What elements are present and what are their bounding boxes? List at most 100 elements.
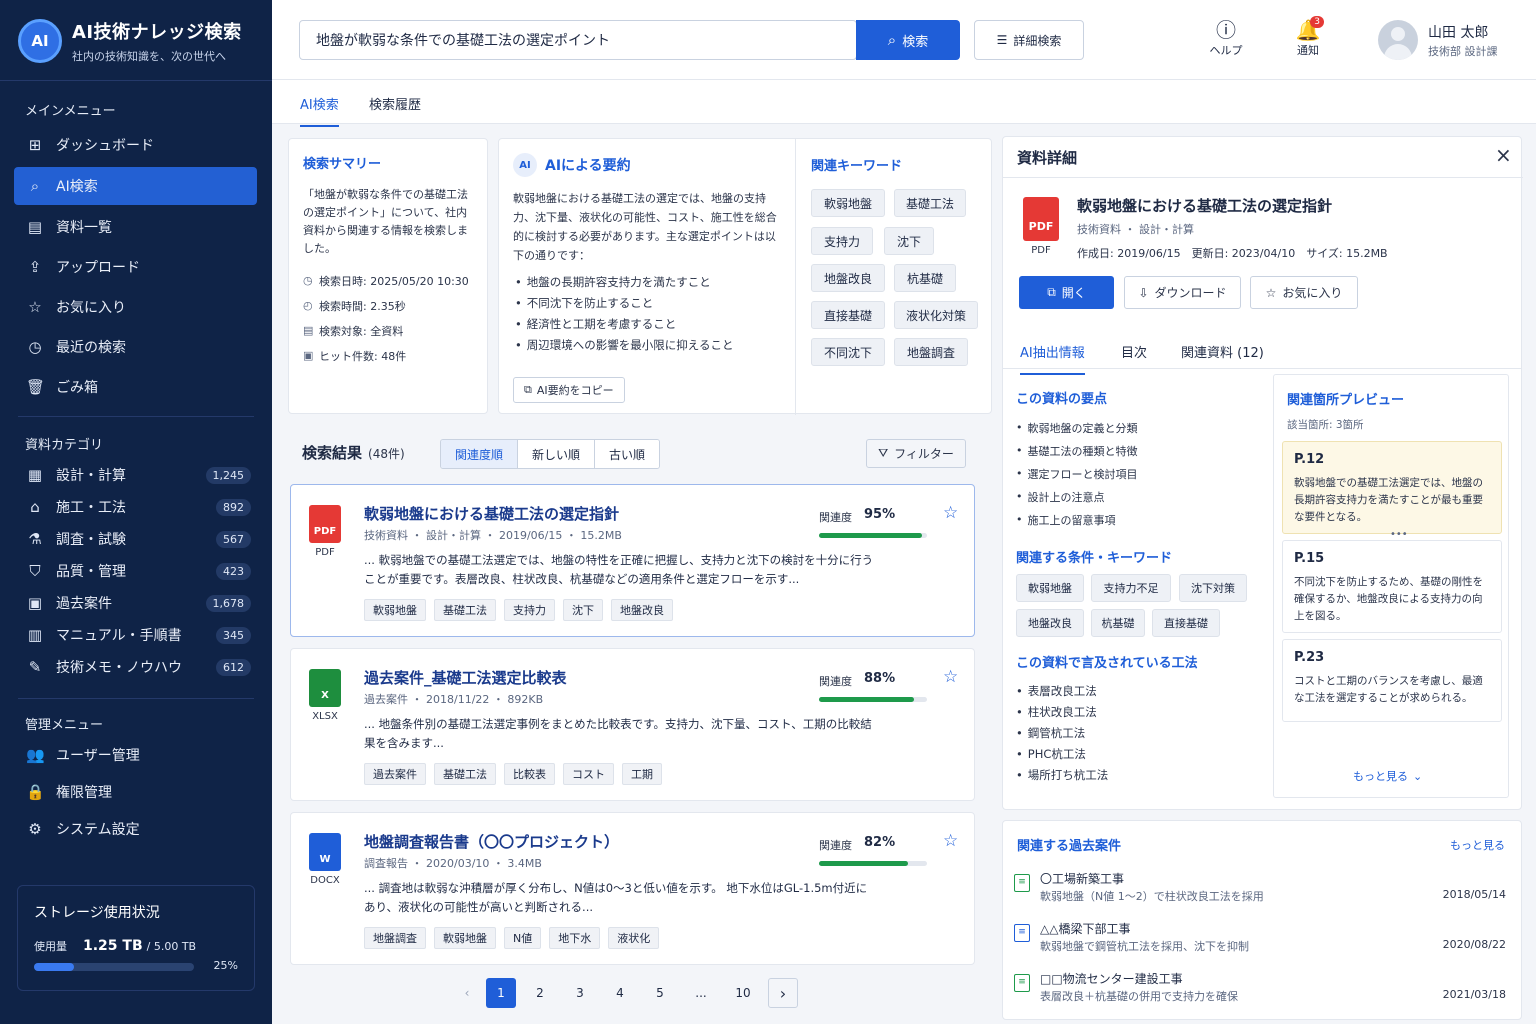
sidebar-item-users[interactable]: 👥 ユーザー管理 bbox=[14, 736, 257, 774]
keyword-chip[interactable]: 基礎工法 bbox=[894, 189, 966, 217]
condition-chip[interactable]: 杭基礎 bbox=[1091, 609, 1145, 637]
result-title[interactable]: 過去案件_基礎工法選定比較表 bbox=[364, 667, 567, 688]
result-tag[interactable]: 基礎工法 bbox=[434, 599, 496, 621]
keyword-chip[interactable]: 杭基礎 bbox=[894, 264, 956, 292]
case-item[interactable]: ≡ 〇工場新築工事 軟弱地盤（N値 1〜2）で柱状改良工法を採用 2018/05… bbox=[1014, 870, 1506, 910]
advanced-search-button[interactable]: ☰ 詳細検索 bbox=[974, 20, 1084, 60]
preview-card[interactable]: P.23 コストと工期のバランスを考慮し、最適な工法を選定することが求められる。 bbox=[1282, 639, 1502, 722]
page-3[interactable]: 3 bbox=[565, 978, 595, 1008]
sort-newest[interactable]: 新しい順 bbox=[518, 440, 596, 468]
result-tag[interactable]: 液状化 bbox=[608, 927, 660, 949]
relevance-bar-fill bbox=[819, 861, 908, 866]
category-design[interactable]: ▦ 設計・計算 1,245 bbox=[14, 460, 257, 490]
tab-ai-search[interactable]: AI検索 bbox=[300, 94, 339, 127]
condition-chip[interactable]: 軟弱地盤 bbox=[1016, 574, 1084, 602]
sort-relevance[interactable]: 関連度順 bbox=[441, 440, 519, 468]
result-title[interactable]: 地盤調査報告書（〇〇プロジェクト） bbox=[364, 831, 619, 852]
help-button[interactable]: ⓘ ヘルプ bbox=[1196, 18, 1256, 58]
case-item[interactable]: ≡ □□物流センター建設工事 表層改良＋杭基礎の併用で支持力を確保 2021/0… bbox=[1014, 970, 1506, 1010]
result-card[interactable]: X XLSX 過去案件_基礎工法選定比較表 過去案件 ・ 2018/11/22 … bbox=[290, 648, 975, 801]
category-construction[interactable]: ⌂ 施工・工法 892 bbox=[14, 492, 257, 522]
result-tag[interactable]: N値 bbox=[504, 927, 542, 949]
result-tag[interactable]: 基礎工法 bbox=[434, 763, 496, 785]
result-tag[interactable]: 沈下 bbox=[563, 599, 603, 621]
result-tag[interactable]: 地盤調査 bbox=[364, 927, 426, 949]
page-5[interactable]: 5 bbox=[645, 978, 675, 1008]
keyword-chip[interactable]: 地盤調査 bbox=[894, 338, 968, 366]
result-tag[interactable]: 過去案件 bbox=[364, 763, 426, 785]
result-tag[interactable]: 軟弱地盤 bbox=[434, 927, 496, 949]
ai-summary-text: 軟弱地盤における基礎工法の選定では、地盤の支持力、沈下量、液状化の可能性、コスト… bbox=[513, 192, 777, 262]
result-card[interactable]: PDF PDF 軟弱地盤における基礎工法の選定指針 技術資料 ・ 設計・計算 ・… bbox=[290, 484, 975, 637]
sidebar-item-favorites[interactable]: ☆ お気に入り bbox=[14, 288, 257, 326]
file-type: PDF bbox=[1031, 245, 1051, 256]
avatar[interactable] bbox=[1378, 20, 1418, 60]
search-button[interactable]: ⌕ 検索 bbox=[856, 20, 960, 60]
case-item[interactable]: ≡ △△橋梁下部工事 軟弱地盤で鋼管杭工法を採用、沈下を抑制 2020/08/2… bbox=[1014, 920, 1506, 960]
favorite-button[interactable]: ☆ お気に入り bbox=[1250, 276, 1358, 309]
sidebar-item-ai-search[interactable]: ⌕ AI検索 bbox=[14, 167, 257, 205]
condition-chip[interactable]: 支持力不足 bbox=[1091, 574, 1171, 602]
filter-button[interactable]: ⛛ フィルター bbox=[866, 439, 966, 468]
sidebar-item-documents[interactable]: ▤ 資料一覧 bbox=[14, 208, 257, 246]
result-title[interactable]: 軟弱地盤における基礎工法の選定指針 bbox=[364, 503, 619, 524]
preview-more-link[interactable]: もっと見る ⌄ bbox=[1353, 768, 1422, 784]
sidebar-item-upload[interactable]: ⇪ アップロード bbox=[14, 248, 257, 286]
pdf-file-icon: PDF bbox=[309, 505, 341, 543]
preview-card[interactable]: P.15 不同沈下を防止するため、基礎の剛性を確保するか、地盤改良による支持力の… bbox=[1282, 540, 1502, 633]
close-icon[interactable]: × bbox=[1495, 143, 1512, 167]
brand[interactable]: AI AI技術ナレッジ検索 社内の技術知識を、次の世代へ bbox=[18, 18, 242, 64]
keyword-chip[interactable]: 地盤改良 bbox=[811, 264, 885, 292]
preview-card[interactable]: P.12 軟弱地盤での基礎工法選定では、地盤の長期許容支持力を満たすことが最も重… bbox=[1282, 441, 1502, 534]
favorite-star-icon[interactable]: ☆ bbox=[943, 831, 958, 851]
condition-chip[interactable]: 沈下対策 bbox=[1179, 574, 1247, 602]
favorite-star-icon[interactable]: ☆ bbox=[943, 503, 958, 523]
sort-oldest[interactable]: 古い順 bbox=[595, 440, 660, 468]
download-button[interactable]: ⇩ ダウンロード bbox=[1124, 276, 1241, 309]
open-button[interactable]: ⧉ 開く bbox=[1019, 276, 1114, 309]
tab-history[interactable]: 検索履歴 bbox=[369, 94, 421, 125]
page-10[interactable]: 10 bbox=[728, 978, 758, 1008]
next-page-icon[interactable]: › bbox=[768, 978, 798, 1008]
result-card[interactable]: W DOCX 地盤調査報告書（〇〇プロジェクト） 調査報告 ・ 2020/03/… bbox=[290, 812, 975, 965]
detail-tab-ai-extract[interactable]: AI抽出情報 bbox=[1020, 342, 1085, 375]
condition-chip[interactable]: 地盤改良 bbox=[1016, 609, 1084, 637]
sidebar-item-trash[interactable]: 🗑 ごみ箱 bbox=[14, 368, 257, 406]
keyword-chip[interactable]: 不同沈下 bbox=[811, 338, 885, 366]
keyword-chip[interactable]: 沈下 bbox=[884, 227, 934, 255]
page-2[interactable]: 2 bbox=[525, 978, 555, 1008]
user-name[interactable]: 山田 太郎 bbox=[1428, 22, 1488, 42]
condition-chip[interactable]: 直接基礎 bbox=[1152, 609, 1220, 637]
cases-more-link[interactable]: もっと見る bbox=[1450, 837, 1505, 853]
logo-icon: AI bbox=[18, 19, 62, 63]
sidebar-item-dashboard[interactable]: ⊞ ダッシュボード bbox=[14, 126, 257, 164]
category-quality[interactable]: ⛉ 品質・管理 423 bbox=[14, 556, 257, 586]
category-survey[interactable]: ⚗ 調査・試験 567 bbox=[14, 524, 257, 554]
result-tag[interactable]: 地下水 bbox=[549, 927, 601, 949]
keyword-chip[interactable]: 支持力 bbox=[811, 227, 873, 255]
page-4[interactable]: 4 bbox=[605, 978, 635, 1008]
result-tag[interactable]: 支持力 bbox=[504, 599, 555, 621]
storage-bar bbox=[34, 963, 194, 971]
result-tag[interactable]: 地盤改良 bbox=[611, 599, 673, 621]
drag-handle-icon[interactable]: ••• bbox=[1390, 529, 1408, 540]
category-past-projects[interactable]: ▣ 過去案件 1,678 bbox=[14, 588, 257, 618]
notification-button[interactable]: 🔔 3 通知 bbox=[1278, 16, 1338, 58]
sidebar-item-permissions[interactable]: 🔒 権限管理 bbox=[14, 773, 257, 811]
prev-page-icon[interactable]: ‹ bbox=[452, 978, 482, 1008]
favorite-star-icon[interactable]: ☆ bbox=[943, 667, 958, 687]
keyword-chip[interactable]: 軟弱地盤 bbox=[811, 189, 885, 217]
result-tag[interactable]: コスト bbox=[563, 763, 614, 785]
copy-ai-summary-button[interactable]: ⧉ AI要約をコピー bbox=[513, 377, 625, 403]
keyword-chip[interactable]: 液状化対策 bbox=[894, 301, 978, 329]
sidebar-item-recent[interactable]: ◷ 最近の検索 bbox=[14, 328, 257, 366]
page-1[interactable]: 1 bbox=[486, 978, 516, 1008]
category-tech-memo[interactable]: ✎ 技術メモ・ノウハウ 612 bbox=[14, 652, 257, 682]
category-manuals[interactable]: ▥ マニュアル・手順書 345 bbox=[14, 620, 257, 650]
search-input[interactable]: 地盤が軟弱な条件での基礎工法の選定ポイント bbox=[299, 20, 857, 60]
result-tag[interactable]: 軟弱地盤 bbox=[364, 599, 426, 621]
result-tag[interactable]: 工期 bbox=[622, 763, 662, 785]
keyword-chip[interactable]: 直接基礎 bbox=[811, 301, 885, 329]
result-tag[interactable]: 比較表 bbox=[504, 763, 555, 785]
sidebar-item-settings[interactable]: ⚙ システム設定 bbox=[14, 810, 257, 848]
